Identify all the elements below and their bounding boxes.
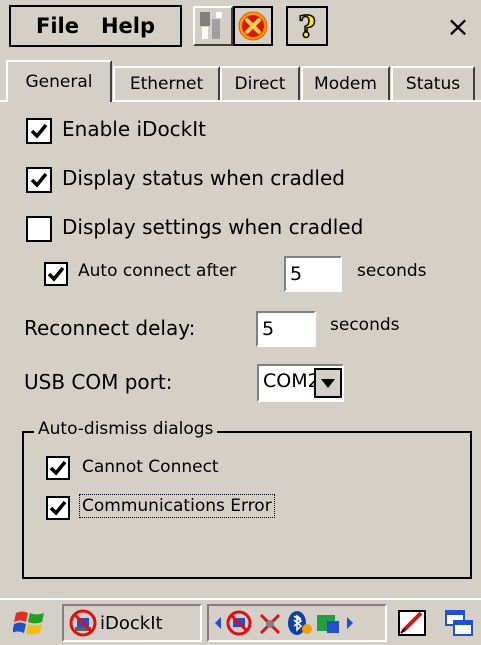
network-icon — [259, 613, 281, 635]
windows-stack-icon — [445, 610, 473, 636]
system-tray — [207, 604, 387, 642]
close-icon: × — [446, 9, 470, 43]
check-icon — [47, 266, 65, 282]
auto-connect-seconds-input[interactable]: 5 — [284, 256, 342, 292]
tab-ethernet-label: Ethernet — [129, 74, 204, 94]
tab-modem-label: Modem — [314, 74, 377, 94]
taskbar: iDockIt — [0, 598, 481, 645]
tab-general[interactable]: General — [6, 60, 112, 102]
enable-idockit-label: Enable iDockIt — [62, 117, 206, 141]
reconnect-delay-unit: seconds — [330, 315, 400, 335]
desktop-button[interactable] — [440, 604, 480, 642]
auto-dismiss-legend: Auto-dismiss dialogs — [34, 419, 218, 439]
sync-icon — [317, 615, 339, 633]
tab-ethernet[interactable]: Ethernet — [113, 66, 220, 100]
question-mark-icon: ? — [297, 9, 316, 43]
tab-direct-label: Direct — [234, 74, 286, 94]
auto-connect-checkbox[interactable] — [44, 262, 68, 286]
toolbar-disconnect-button[interactable] — [193, 6, 233, 46]
stop-icon — [238, 11, 268, 41]
menu-help[interactable]: Help — [101, 14, 155, 38]
auto-connect-label: Auto connect after — [78, 261, 237, 281]
bluetooth-icon — [288, 611, 312, 635]
scroll-right-icon — [347, 617, 353, 629]
reconnect-delay-label: Reconnect delay: — [24, 316, 196, 340]
display-settings-label: Display settings when cradled — [62, 215, 364, 239]
svg-text:?: ? — [298, 10, 316, 43]
chevron-down-icon — [321, 379, 335, 388]
taskbar-app-label: iDockIt — [100, 612, 163, 634]
display-status-label: Display status when cradled — [62, 166, 345, 190]
scroll-left-icon — [215, 617, 221, 629]
usb-com-port-select[interactable]: COM2: — [257, 364, 344, 402]
input-panel-button[interactable] — [394, 604, 432, 642]
check-icon — [49, 460, 67, 476]
tab-status-label: Status — [405, 74, 461, 94]
usb-com-port-label: USB COM port: — [24, 370, 173, 394]
menu-file[interactable]: File — [36, 14, 79, 38]
tab-direct[interactable]: Direct — [220, 66, 300, 100]
tab-modem[interactable]: Modem — [301, 66, 390, 100]
reconnect-delay-input[interactable]: 5 — [256, 311, 316, 347]
tab-status[interactable]: Status — [391, 66, 475, 100]
windows-flag-icon — [13, 611, 44, 635]
cannot-connect-label: Cannot Connect — [82, 457, 219, 477]
close-button[interactable]: × — [436, 4, 480, 48]
communications-error-checkbox[interactable] — [46, 496, 70, 520]
check-icon — [49, 500, 67, 516]
pen-icon — [398, 610, 426, 636]
toolbar-help-button[interactable]: ? — [286, 6, 328, 46]
communications-error-label: Communications Error — [79, 494, 275, 518]
toolbar-stop-button[interactable] — [233, 6, 273, 46]
start-button[interactable] — [4, 604, 56, 642]
menu-container: File Help — [9, 5, 182, 47]
taskbar-app-idockit[interactable]: iDockIt — [62, 604, 202, 642]
disconnect-icon — [200, 12, 222, 39]
tab-general-label: General — [25, 72, 93, 92]
check-icon — [30, 123, 48, 139]
dropdown-button[interactable] — [314, 368, 342, 398]
check-icon — [30, 172, 48, 188]
display-settings-checkbox[interactable] — [26, 216, 52, 242]
tray-icons — [215, 610, 353, 636]
enable-idockit-checkbox[interactable] — [26, 118, 52, 144]
cannot-connect-checkbox[interactable] — [46, 456, 70, 480]
display-status-checkbox[interactable] — [26, 167, 52, 193]
idockit-app-icon — [69, 609, 97, 637]
auto-connect-unit: seconds — [357, 261, 427, 281]
